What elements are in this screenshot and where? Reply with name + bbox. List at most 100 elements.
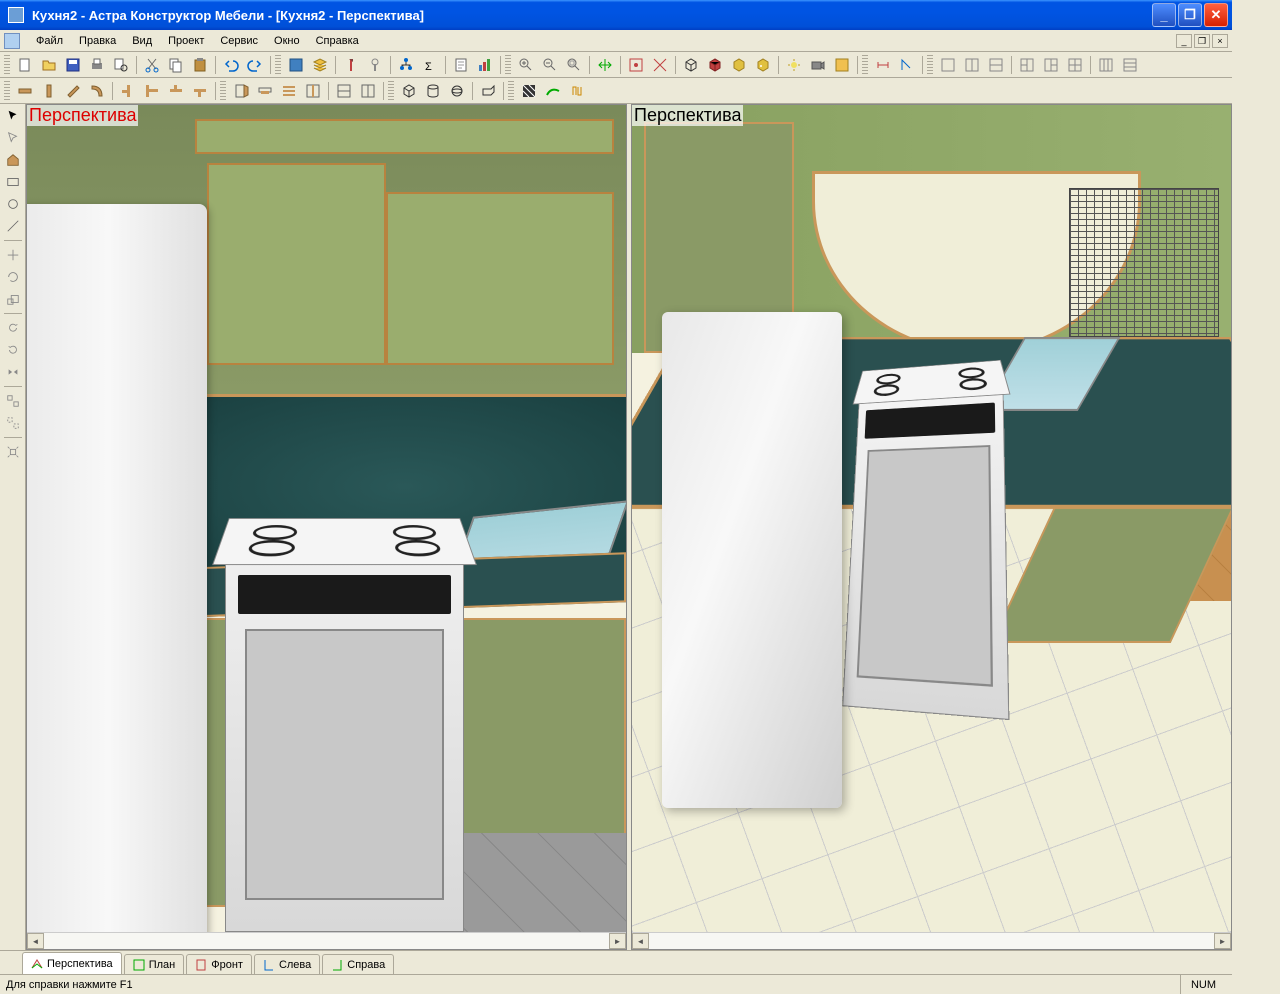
divider-button[interactable] xyxy=(302,80,324,102)
room-button[interactable] xyxy=(2,150,24,170)
joint1-button[interactable] xyxy=(117,80,139,102)
report-button[interactable] xyxy=(450,54,472,76)
viewport-right-hscroll[interactable]: ◄ ► xyxy=(632,932,1231,949)
scroll-right-icon[interactable]: ► xyxy=(1214,933,1231,949)
circle-button[interactable] xyxy=(2,194,24,214)
ungroup-button[interactable] xyxy=(2,413,24,433)
panel-h-button[interactable] xyxy=(14,80,36,102)
material-button[interactable] xyxy=(285,54,307,76)
light-button[interactable] xyxy=(783,54,805,76)
rotate-button[interactable] xyxy=(2,267,24,287)
panel-angle-button[interactable] xyxy=(62,80,84,102)
layout8-button[interactable] xyxy=(1119,54,1141,76)
tab-front[interactable]: Фронт xyxy=(186,954,252,974)
scroll-left-icon[interactable]: ◄ xyxy=(632,933,649,949)
angle-button[interactable] xyxy=(896,54,918,76)
sum-button[interactable]: Σ xyxy=(419,54,441,76)
zoom-fit-button[interactable] xyxy=(563,54,585,76)
menu-project[interactable]: Проект xyxy=(160,33,212,49)
print-preview-button[interactable] xyxy=(110,54,132,76)
fastener-button[interactable] xyxy=(364,54,386,76)
tab-perspective[interactable]: Перспектива xyxy=(22,952,122,974)
snap-center-button[interactable] xyxy=(625,54,647,76)
cylinder-button[interactable] xyxy=(422,80,444,102)
shaded-button[interactable] xyxy=(704,54,726,76)
panel-curve-button[interactable] xyxy=(86,80,108,102)
texture2-button[interactable] xyxy=(542,80,564,102)
render-button[interactable] xyxy=(831,54,853,76)
shelf-button[interactable] xyxy=(278,80,300,102)
zoom-out-button[interactable] xyxy=(539,54,561,76)
undo-button[interactable] xyxy=(220,54,242,76)
wireframe-button[interactable] xyxy=(680,54,702,76)
close-button[interactable]: ✕ xyxy=(1204,3,1228,27)
tab-right[interactable]: Справа xyxy=(322,954,394,974)
toolbar-grip-icon[interactable] xyxy=(508,81,514,101)
scroll-left-icon[interactable]: ◄ xyxy=(27,933,44,949)
menu-help[interactable]: Справка xyxy=(308,33,367,49)
mdi-close-button[interactable]: × xyxy=(1212,34,1228,48)
toolbar-grip-icon[interactable] xyxy=(505,55,511,75)
module1-button[interactable] xyxy=(333,80,355,102)
maximize-button[interactable]: ❐ xyxy=(1178,3,1202,27)
layout4-button[interactable] xyxy=(1016,54,1038,76)
snap-cross-button[interactable] xyxy=(649,54,671,76)
camera-button[interactable] xyxy=(807,54,829,76)
scale-button[interactable] xyxy=(2,289,24,309)
scroll-right-icon[interactable]: ► xyxy=(609,933,626,949)
module2-button[interactable] xyxy=(357,80,379,102)
layout7-button[interactable] xyxy=(1095,54,1117,76)
panel-v-button[interactable] xyxy=(38,80,60,102)
toolbar-grip-icon[interactable] xyxy=(862,55,868,75)
extrude-button[interactable] xyxy=(477,80,499,102)
drill-button[interactable] xyxy=(340,54,362,76)
menu-edit[interactable]: Правка xyxy=(71,33,124,49)
textured-button[interactable] xyxy=(728,54,750,76)
joint4-button[interactable] xyxy=(189,80,211,102)
edit-button[interactable] xyxy=(2,128,24,148)
cut-button[interactable] xyxy=(141,54,163,76)
toolbar-grip-icon[interactable] xyxy=(220,81,226,101)
rotate-cw-button[interactable] xyxy=(2,318,24,338)
texture3-button[interactable] xyxy=(566,80,588,102)
toolbar-grip-icon[interactable] xyxy=(4,81,10,101)
chart-button[interactable] xyxy=(474,54,496,76)
toolbar-grip-icon[interactable] xyxy=(388,81,394,101)
explode-button[interactable] xyxy=(2,442,24,462)
viewport-right[interactable]: Перспектива xyxy=(631,104,1232,950)
open-button[interactable] xyxy=(38,54,60,76)
joint2-button[interactable] xyxy=(141,80,163,102)
menu-view[interactable]: Вид xyxy=(124,33,160,49)
menu-service[interactable]: Сервис xyxy=(212,33,266,49)
layout5-button[interactable] xyxy=(1040,54,1062,76)
texture1-button[interactable] xyxy=(518,80,540,102)
move-button[interactable] xyxy=(2,245,24,265)
save-button[interactable] xyxy=(62,54,84,76)
layout2-button[interactable] xyxy=(961,54,983,76)
viewport-left-hscroll[interactable]: ◄ ► xyxy=(27,932,626,949)
viewport-right-canvas[interactable] xyxy=(632,105,1231,932)
realistic-button[interactable] xyxy=(752,54,774,76)
layout6-button[interactable] xyxy=(1064,54,1086,76)
door-button[interactable] xyxy=(230,80,252,102)
layout3-button[interactable] xyxy=(985,54,1007,76)
menu-file[interactable]: Файл xyxy=(28,33,71,49)
select-button[interactable] xyxy=(2,106,24,126)
viewport-left[interactable]: Перспектива xyxy=(26,104,627,950)
toolbar-grip-icon[interactable] xyxy=(4,55,10,75)
rotate-ccw-button[interactable] xyxy=(2,340,24,360)
layers-button[interactable] xyxy=(309,54,331,76)
new-button[interactable] xyxy=(14,54,36,76)
group-button[interactable] xyxy=(2,391,24,411)
layout1-button[interactable] xyxy=(937,54,959,76)
tab-plan[interactable]: План xyxy=(124,954,185,974)
pan-button[interactable] xyxy=(594,54,616,76)
hierarchy-button[interactable] xyxy=(395,54,417,76)
flip-h-button[interactable] xyxy=(2,362,24,382)
redo-button[interactable] xyxy=(244,54,266,76)
paste-button[interactable] xyxy=(189,54,211,76)
minimize-button[interactable]: _ xyxy=(1152,3,1176,27)
dim-button[interactable] xyxy=(872,54,894,76)
copy-button[interactable] xyxy=(165,54,187,76)
toolbar-grip-icon[interactable] xyxy=(927,55,933,75)
